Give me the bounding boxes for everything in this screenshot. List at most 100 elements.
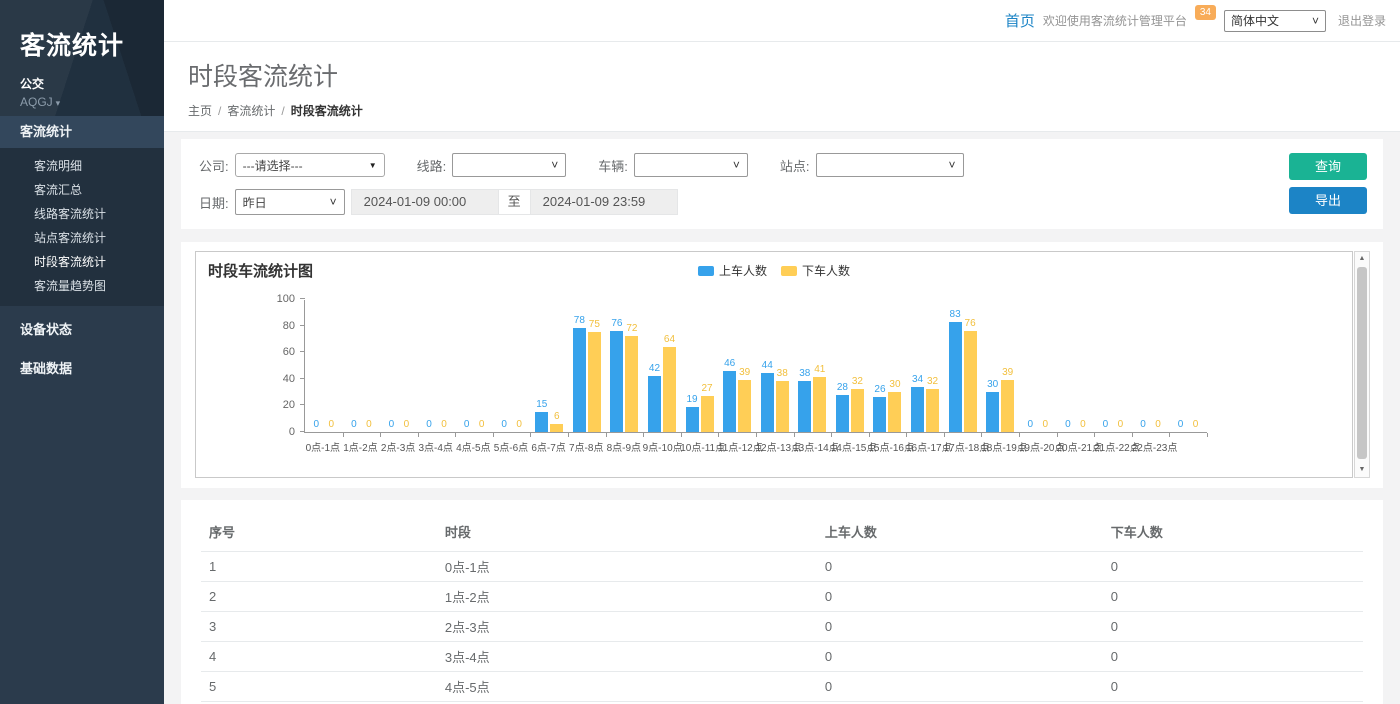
table-cell: 3 <box>201 612 437 642</box>
table-cell: 4点-5点 <box>437 672 817 702</box>
chart-category: 1927 <box>681 300 719 432</box>
sidebar-subitem[interactable]: 站点客流统计 <box>0 226 164 250</box>
x-axis-label: 21点-22点 <box>1094 439 1132 454</box>
y-axis-tick <box>300 431 305 432</box>
sidebar-subitem[interactable]: 线路客流统计 <box>0 202 164 226</box>
org-code-dropdown[interactable]: AQGJ▾ <box>20 95 164 109</box>
home-link[interactable]: 首页 <box>1005 10 1035 31</box>
vehicle-select[interactable]: ˅ <box>634 153 748 177</box>
bar-value-label: 0 <box>1103 419 1109 430</box>
sidebar-item[interactable]: 客流统计 <box>0 116 164 148</box>
bar-value-label: 76 <box>611 318 622 329</box>
bar-value-label: 76 <box>965 318 976 329</box>
x-axis-label: 19点-20点 <box>1019 439 1057 454</box>
date-start-input[interactable]: 2024-01-09 00:00 <box>351 189 499 215</box>
sidebar-subitem[interactable]: 时段客流统计 <box>0 250 164 274</box>
legend-label: 下车人数 <box>802 262 850 279</box>
bar-value-label: 0 <box>1155 419 1161 430</box>
breadcrumb-item: 时段客流统计 <box>291 104 363 118</box>
chart-scrollbar[interactable]: ▲ ▼ <box>1354 251 1370 478</box>
line-select[interactable]: ˅ <box>452 153 566 177</box>
chart-panel: 时段车流统计图 上车人数 下车人数 0000000000001567875767… <box>181 242 1383 488</box>
table-cell: 0 <box>1103 552 1363 582</box>
x-axis-label: 2点-3点 <box>379 439 417 454</box>
x-axis-label: 3点-4点 <box>417 439 455 454</box>
legend-item-boarding[interactable]: 上车人数 <box>698 262 767 279</box>
sidebar-item[interactable]: 基础数据 <box>0 354 164 384</box>
table-cell: 0 <box>1103 582 1363 612</box>
x-axis-label: 11点-12点 <box>718 439 756 454</box>
bar-value-label: 75 <box>589 319 600 330</box>
language-select-value: 简体中文 <box>1231 12 1279 29</box>
table-header-cell: 时段 <box>437 512 817 552</box>
x-axis-label: 4点-5点 <box>455 439 493 454</box>
scrollbar-thumb[interactable] <box>1357 267 1367 459</box>
legend-item-alighting[interactable]: 下车人数 <box>781 262 850 279</box>
chevron-down-icon: ˅ <box>948 159 955 171</box>
query-button[interactable]: 查询 <box>1289 153 1367 180</box>
bar-value-label: 64 <box>664 334 675 345</box>
table-cell: 4 <box>201 642 437 672</box>
y-axis-tick <box>300 351 305 352</box>
bar-alighting: 30 <box>888 392 901 432</box>
bar-value-label: 30 <box>889 379 900 390</box>
table-cell: 0 <box>817 612 1103 642</box>
table-cell: 1点-2点 <box>437 582 817 612</box>
chart-category: 00 <box>1094 300 1132 432</box>
bar-boarding: 34 <box>911 387 924 432</box>
chart-category: 156 <box>530 300 568 432</box>
scroll-up-icon[interactable]: ▲ <box>1355 252 1369 266</box>
breadcrumb-item[interactable]: 主页 <box>188 104 212 118</box>
y-axis-label: 100 <box>257 293 295 305</box>
bar-value-label: 0 <box>1193 419 1199 430</box>
chevron-down-icon: ˅ <box>551 159 558 171</box>
page-heading: 时段客流统计 主页/客流统计/时段客流统计 <box>164 42 1400 132</box>
breadcrumb-item[interactable]: 客流统计 <box>227 104 275 118</box>
chart-category: 00 <box>380 300 418 432</box>
sidebar-subitem[interactable]: 客流汇总 <box>0 178 164 202</box>
bar-alighting: 39 <box>738 380 751 432</box>
bar-boarding: 28 <box>836 395 849 432</box>
bar-value-label: 28 <box>837 382 848 393</box>
chart-plot: 0000000000001567875767242641927463944383… <box>304 300 1207 433</box>
sidebar-subitem[interactable]: 客流量趋势图 <box>0 274 164 298</box>
app-title: 客流统计 <box>20 26 164 62</box>
sidebar-subitem[interactable]: 客流明细 <box>0 154 164 178</box>
table-row: 10点-1点00 <box>201 552 1363 582</box>
x-axis-label: 6点-7点 <box>530 439 568 454</box>
chart-category: 00 <box>1132 300 1170 432</box>
chart-category: 3432 <box>906 300 944 432</box>
company-select-value: ---请选择--- <box>243 157 303 174</box>
sidebar-header: 客流统计 公交 AQGJ▾ <box>0 0 164 116</box>
chart-legend: 上车人数 下车人数 <box>691 262 857 279</box>
bar-value-label: 42 <box>649 363 660 374</box>
chart-category: 2630 <box>869 300 907 432</box>
sidebar-submenu: 客流明细客流汇总线路客流统计站点客流统计时段客流统计客流量趋势图 <box>0 148 164 306</box>
table-header-row: 序号时段上车人数下车人数 <box>201 512 1363 552</box>
table-cell: 0 <box>817 642 1103 672</box>
bar-alighting: 38 <box>776 381 789 432</box>
bar-value-label: 78 <box>574 315 585 326</box>
bar-value-label: 15 <box>536 399 547 410</box>
caret-down-icon: ▼ <box>369 161 377 170</box>
scroll-down-icon[interactable]: ▼ <box>1355 463 1369 477</box>
date-end-input[interactable]: 2024-01-09 23:59 <box>530 189 678 215</box>
chevron-down-icon: ˅ <box>733 159 740 171</box>
bar-value-label: 32 <box>852 376 863 387</box>
chart-category: 00 <box>455 300 493 432</box>
bar-alighting: 32 <box>926 389 939 432</box>
date-range-separator: 至 <box>499 189 530 215</box>
table-cell: 0 <box>817 672 1103 702</box>
station-select[interactable]: ˅ <box>816 153 964 177</box>
logout-link[interactable]: 退出登录 <box>1338 12 1386 29</box>
date-preset-select[interactable]: 昨日 ˅ <box>235 189 345 215</box>
export-button[interactable]: 导出 <box>1289 187 1367 214</box>
bar-boarding: 76 <box>610 331 623 432</box>
company-select[interactable]: ---请选择--- ▼ <box>235 153 385 177</box>
bar-value-label: 0 <box>389 419 395 430</box>
bar-value-label: 0 <box>1080 419 1086 430</box>
table-cell: 0 <box>1103 612 1363 642</box>
language-select[interactable]: 简体中文 ˅ <box>1224 10 1326 32</box>
x-axis-label: 1点-2点 <box>342 439 380 454</box>
sidebar-item[interactable]: 设备状态 <box>0 315 164 345</box>
